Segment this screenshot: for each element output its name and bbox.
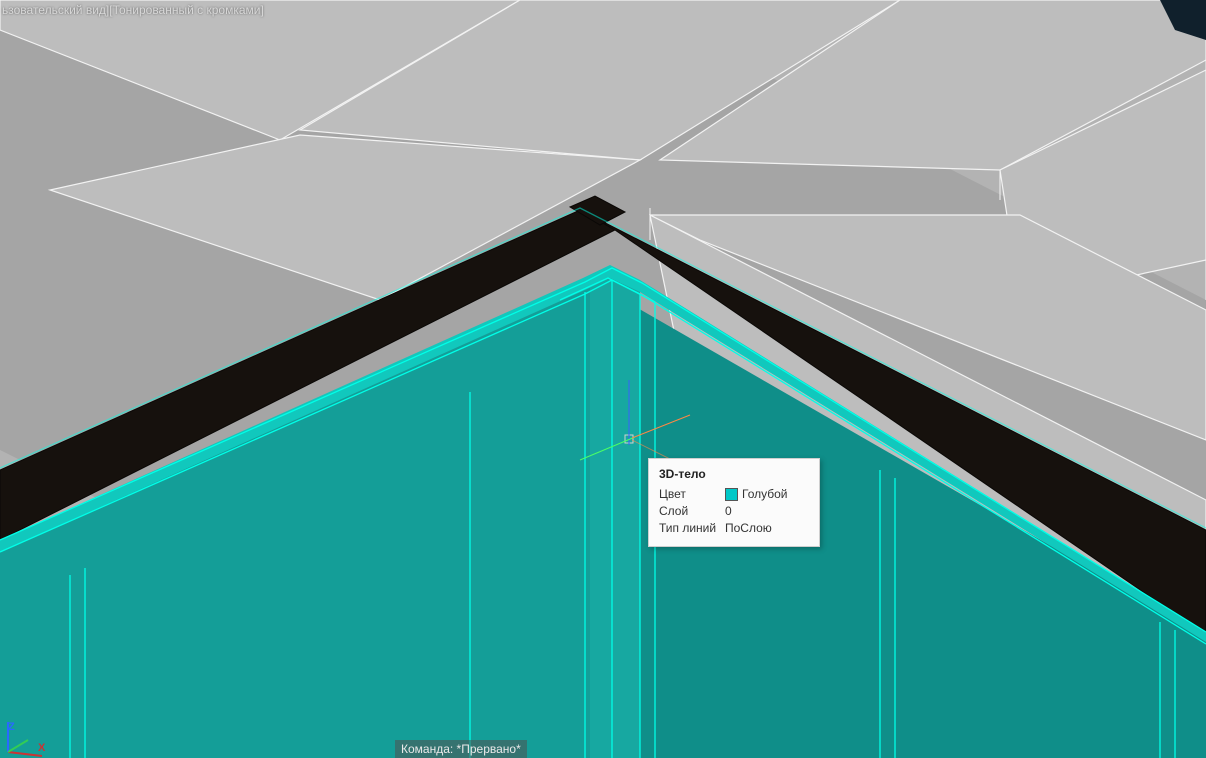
command-line[interactable]: Команда: *Прервано* xyxy=(395,740,527,758)
color-swatch-icon xyxy=(725,488,738,501)
hover-tooltip: 3D-тело Цвет Голубой Слой 0 Тип линий По… xyxy=(648,458,820,547)
scene-svg xyxy=(0,0,1206,758)
tooltip-color-label: Цвет xyxy=(659,487,719,501)
tooltip-linetype-value: ПоСлою xyxy=(725,521,809,535)
viewport-3d[interactable]: ьзовательский вид][Тонированный с кромка… xyxy=(0,0,1206,758)
tooltip-linetype-label: Тип линий xyxy=(659,521,719,535)
ucs-z-label: Z xyxy=(8,721,15,733)
tooltip-layer-value: 0 xyxy=(725,504,809,518)
tooltip-color-value: Голубой xyxy=(742,487,788,501)
viewport-label[interactable]: ьзовательский вид][Тонированный с кромка… xyxy=(0,3,264,17)
ucs-x-label: X xyxy=(38,742,45,754)
tooltip-layer-label: Слой xyxy=(659,504,719,518)
tooltip-title: 3D-тело xyxy=(659,467,809,481)
